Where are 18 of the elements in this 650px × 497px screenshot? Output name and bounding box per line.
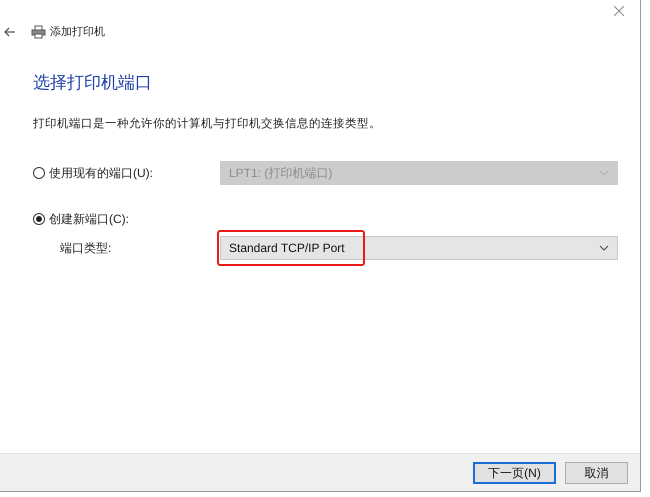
radio-label: 创建新端口(C):: [49, 210, 129, 228]
radio-label: 使用现有的端口(U):: [49, 164, 153, 182]
radio-button[interactable]: [33, 166, 45, 179]
dropdown[interactable]: Standard TCP/IP Port: [220, 236, 618, 260]
window-title: 添加打印机: [50, 24, 105, 40]
dropdown-value: Standard TCP/IP Port: [229, 240, 345, 257]
port-type-label: 端口类型:: [59, 240, 112, 257]
dialog-button[interactable]: 取消: [565, 462, 628, 484]
dialog-button[interactable]: 下一页(N): [473, 462, 556, 484]
printer-icon: [31, 25, 46, 39]
radio-button[interactable]: [33, 212, 45, 225]
chevron-down-icon: [599, 170, 609, 176]
chevron-down-icon: [599, 244, 609, 251]
description-text: 打印机端口是一种允许你的计算机与打印机交换信息的连接类型。: [33, 116, 382, 132]
back-arrow-icon[interactable]: [4, 27, 16, 37]
dropdown-value: LPT1: (打印机端口): [229, 164, 332, 182]
page-heading: 选择打印机端口: [33, 72, 153, 94]
close-icon[interactable]: [614, 6, 624, 16]
